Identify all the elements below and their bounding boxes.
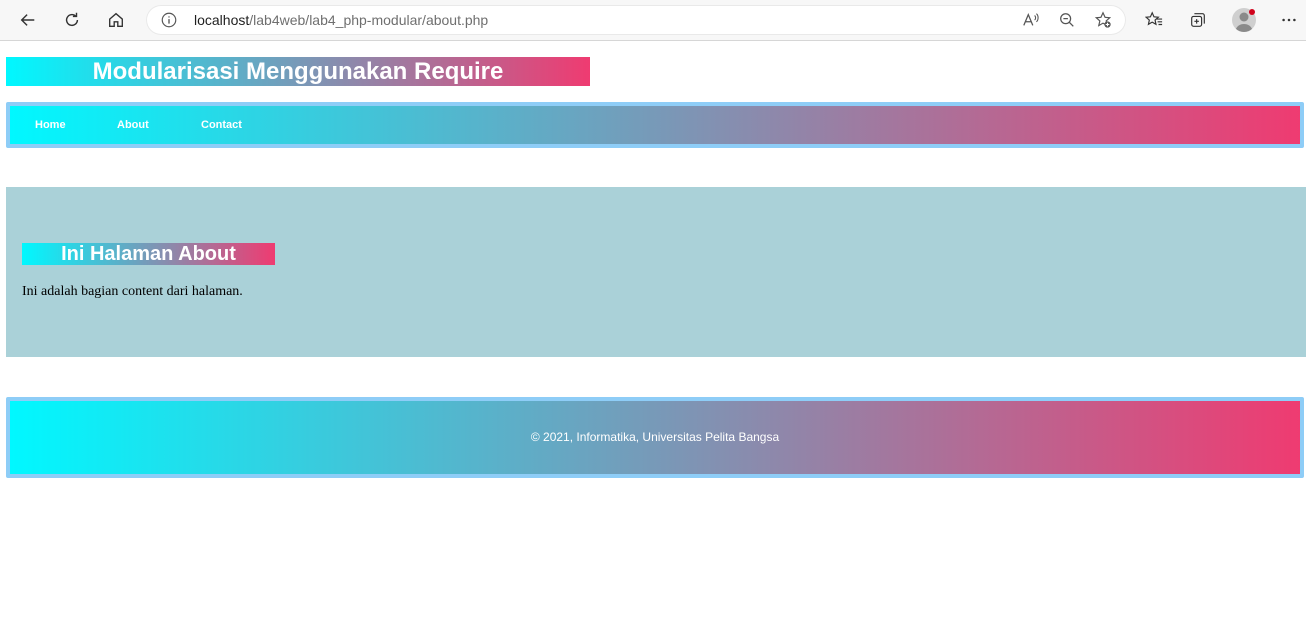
content-section: Ini Halaman About Ini adalah bagian cont… <box>6 187 1306 357</box>
footer-text: © 2021, Informatika, Universitas Pelita … <box>530 430 780 444</box>
home-icon <box>109 12 123 27</box>
content-text: Ini adalah bagian content dari halaman. <box>22 284 243 299</box>
more-horizontal-icon <box>1282 18 1296 22</box>
favorites-button[interactable] <box>1140 6 1168 34</box>
favorites-icon <box>1145 11 1163 26</box>
home-button[interactable] <box>102 6 130 34</box>
main-navbar: Home About Contact <box>6 102 1304 148</box>
content-heading: Ini Halaman About <box>22 243 275 265</box>
url-text[interactable]: localhost/lab4web/lab4_php-modular/about… <box>194 12 488 28</box>
read-aloud-icon[interactable] <box>1022 11 1040 29</box>
nav-link-home[interactable]: Home <box>35 106 66 144</box>
collections-button[interactable] <box>1184 6 1212 34</box>
more-menu-button[interactable] <box>1275 6 1303 34</box>
address-bar[interactable]: localhost/lab4web/lab4_php-modular/about… <box>146 5 1126 35</box>
add-favorite-icon[interactable] <box>1094 11 1112 29</box>
refresh-icon <box>65 12 79 27</box>
page-footer: © 2021, Informatika, Universitas Pelita … <box>6 397 1304 478</box>
browser-toolbar: localhost/lab4web/lab4_php-modular/about… <box>0 0 1306 41</box>
info-icon[interactable] <box>160 11 178 29</box>
nav-link-about[interactable]: About <box>117 106 149 144</box>
back-arrow-icon <box>20 14 35 26</box>
zoom-out-icon[interactable] <box>1058 11 1076 29</box>
back-button[interactable] <box>14 6 42 34</box>
url-host: localhost <box>194 12 250 28</box>
collections-icon <box>1191 13 1205 27</box>
nav-link-contact[interactable]: Contact <box>201 106 242 144</box>
refresh-button[interactable] <box>58 6 86 34</box>
url-path: /lab4web/lab4_php-modular/about.php <box>249 12 489 28</box>
notification-dot <box>1249 9 1255 15</box>
site-title: Modularisasi Menggunakan Require <box>6 57 590 86</box>
